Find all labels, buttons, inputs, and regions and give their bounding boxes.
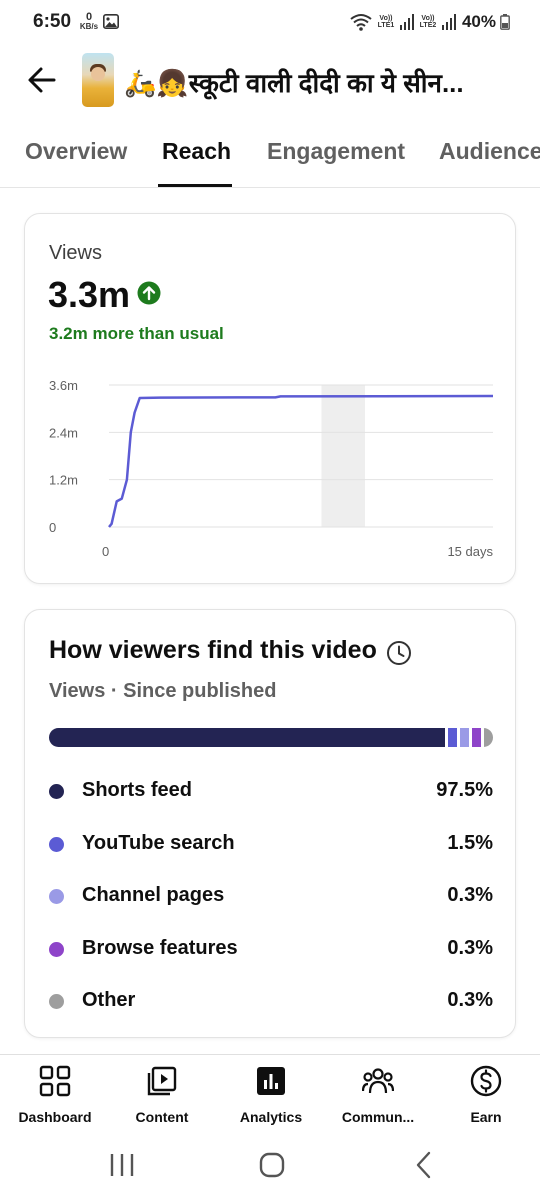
source-percent: 0.3%	[447, 989, 493, 1011]
earn-icon	[470, 1065, 502, 1097]
battery-percent: 40%	[461, 12, 496, 31]
recent-apps-icon[interactable]	[102, 1148, 142, 1182]
community-icon	[362, 1068, 394, 1094]
signal-icon-2	[441, 14, 456, 30]
nav-label: Analytics	[239, 1109, 303, 1125]
system-navigation-bar	[0, 1130, 540, 1200]
system-back-icon[interactable]	[404, 1148, 444, 1182]
chart-x-tick-label: 0	[102, 544, 109, 559]
tab-reach[interactable]: Reach	[162, 138, 231, 165]
video-header: 🛵👧स्कूटी वाली दीदी का ये सीन...	[0, 50, 540, 110]
stacked-bar-segment	[472, 728, 481, 747]
nav-label: Commun...	[341, 1109, 415, 1125]
status-bar: 6:50 0 KB/s Vo)) LTE1 Vo)) LTE2 40%	[0, 0, 540, 44]
battery-icon	[500, 14, 510, 30]
thumbnail-face	[91, 67, 105, 81]
gallery-icon	[103, 14, 119, 29]
source-name: Shorts feed	[82, 779, 193, 801]
content-icon	[147, 1066, 177, 1096]
nav-dashboard[interactable]: Dashboard	[1, 1063, 109, 1127]
source-name: Channel pages	[82, 884, 225, 906]
tab-engagement[interactable]: Engagement	[267, 138, 405, 165]
network-speed-unit: KB/s	[79, 22, 99, 31]
source-dot	[49, 837, 64, 852]
chart-y-tick-label: 3.6m	[49, 378, 78, 393]
source-row-channel-pages: Channel pages 0.3%	[49, 882, 493, 912]
stacked-bar-segment	[49, 728, 445, 747]
active-tab-indicator	[158, 184, 232, 187]
source-row-browse-features: Browse features 0.3%	[49, 935, 493, 965]
analytics-tabs: Overview Reach Engagement Audience	[0, 130, 540, 188]
clock-icon[interactable]	[386, 640, 412, 666]
views-line-chart[interactable]: 0 1.2m 2.4m 3.6m 0 15 days	[41, 372, 511, 572]
source-name: YouTube search	[82, 832, 235, 854]
chart-y-tick-label: 1.2m	[49, 473, 78, 488]
source-row-other: Other 0.3%	[49, 987, 493, 1017]
nav-label: Content	[135, 1109, 189, 1125]
chart-x-tick-label: 15 days	[447, 544, 493, 559]
source-dot	[49, 784, 64, 799]
nav-analytics[interactable]: Analytics	[217, 1063, 325, 1127]
chart-highlight-band	[321, 385, 365, 527]
traffic-sources-title: How viewers find this video	[49, 636, 377, 664]
tab-overview[interactable]: Overview	[25, 138, 127, 165]
nav-community[interactable]: Commun...	[324, 1063, 432, 1127]
source-row-shorts-feed: Shorts feed 97.5%	[49, 777, 493, 807]
traffic-sources-card: How viewers find this video Views · Sinc…	[24, 609, 516, 1038]
back-arrow-icon[interactable]	[22, 62, 62, 98]
stacked-bar-segment	[460, 728, 469, 747]
sim2-label: Vo)) LTE2	[419, 15, 437, 29]
wifi-icon	[350, 14, 372, 31]
chart-y-tick-label: 2.4m	[49, 425, 78, 440]
source-percent: 0.3%	[447, 884, 493, 906]
source-dot	[49, 889, 64, 904]
source-row-youtube-search: YouTube search 1.5%	[49, 830, 493, 860]
nav-content[interactable]: Content	[108, 1063, 216, 1127]
stacked-bar-segment	[448, 728, 457, 747]
tab-audience[interactable]: Audience	[439, 138, 540, 165]
bottom-navigation: Dashboard Content Analytics Commun... Ea…	[0, 1054, 540, 1130]
dashboard-icon	[39, 1065, 71, 1097]
stacked-bar-segment	[483, 728, 493, 747]
signal-icon	[399, 14, 414, 30]
source-percent: 1.5%	[447, 832, 493, 854]
source-percent: 0.3%	[447, 937, 493, 959]
nav-earn[interactable]: Earn	[432, 1063, 540, 1127]
arrow-up-circle-icon	[137, 281, 161, 305]
views-value: 3.3m	[48, 274, 131, 315]
source-dot	[49, 994, 64, 1009]
status-indicators: Vo)) LTE1 Vo)) LTE2 40%	[350, 10, 510, 34]
traffic-sources-subtitle: Views · Since published	[49, 680, 277, 702]
status-time: 6:50	[33, 11, 72, 32]
network-speed-value: 0	[85, 11, 93, 23]
views-card[interactable]: Views 3.3m 3.2m more than usual 0 1.2m 2.4…	[24, 213, 516, 584]
nav-label: Earn	[470, 1109, 502, 1125]
source-name: Other	[82, 989, 136, 1011]
video-thumbnail	[82, 53, 114, 107]
source-name: Browse features	[82, 937, 238, 959]
views-label: Views	[49, 242, 102, 264]
nav-label: Dashboard	[18, 1109, 92, 1125]
sim1-label: Vo)) LTE1	[377, 15, 395, 29]
analytics-icon	[257, 1067, 285, 1095]
views-delta-text: 3.2m more than usual	[49, 324, 224, 343]
source-dot	[49, 942, 64, 957]
home-icon[interactable]	[252, 1148, 292, 1182]
chart-series-line	[108, 394, 494, 528]
chart-y-tick-label: 0	[49, 520, 56, 535]
source-percent: 97.5%	[436, 779, 493, 801]
traffic-sources-stacked-bar	[49, 728, 493, 747]
network-speed: 0 KB/s	[78, 12, 100, 32]
video-title: 🛵👧स्कूटी वाली दीदी का ये सीन...	[124, 68, 464, 98]
